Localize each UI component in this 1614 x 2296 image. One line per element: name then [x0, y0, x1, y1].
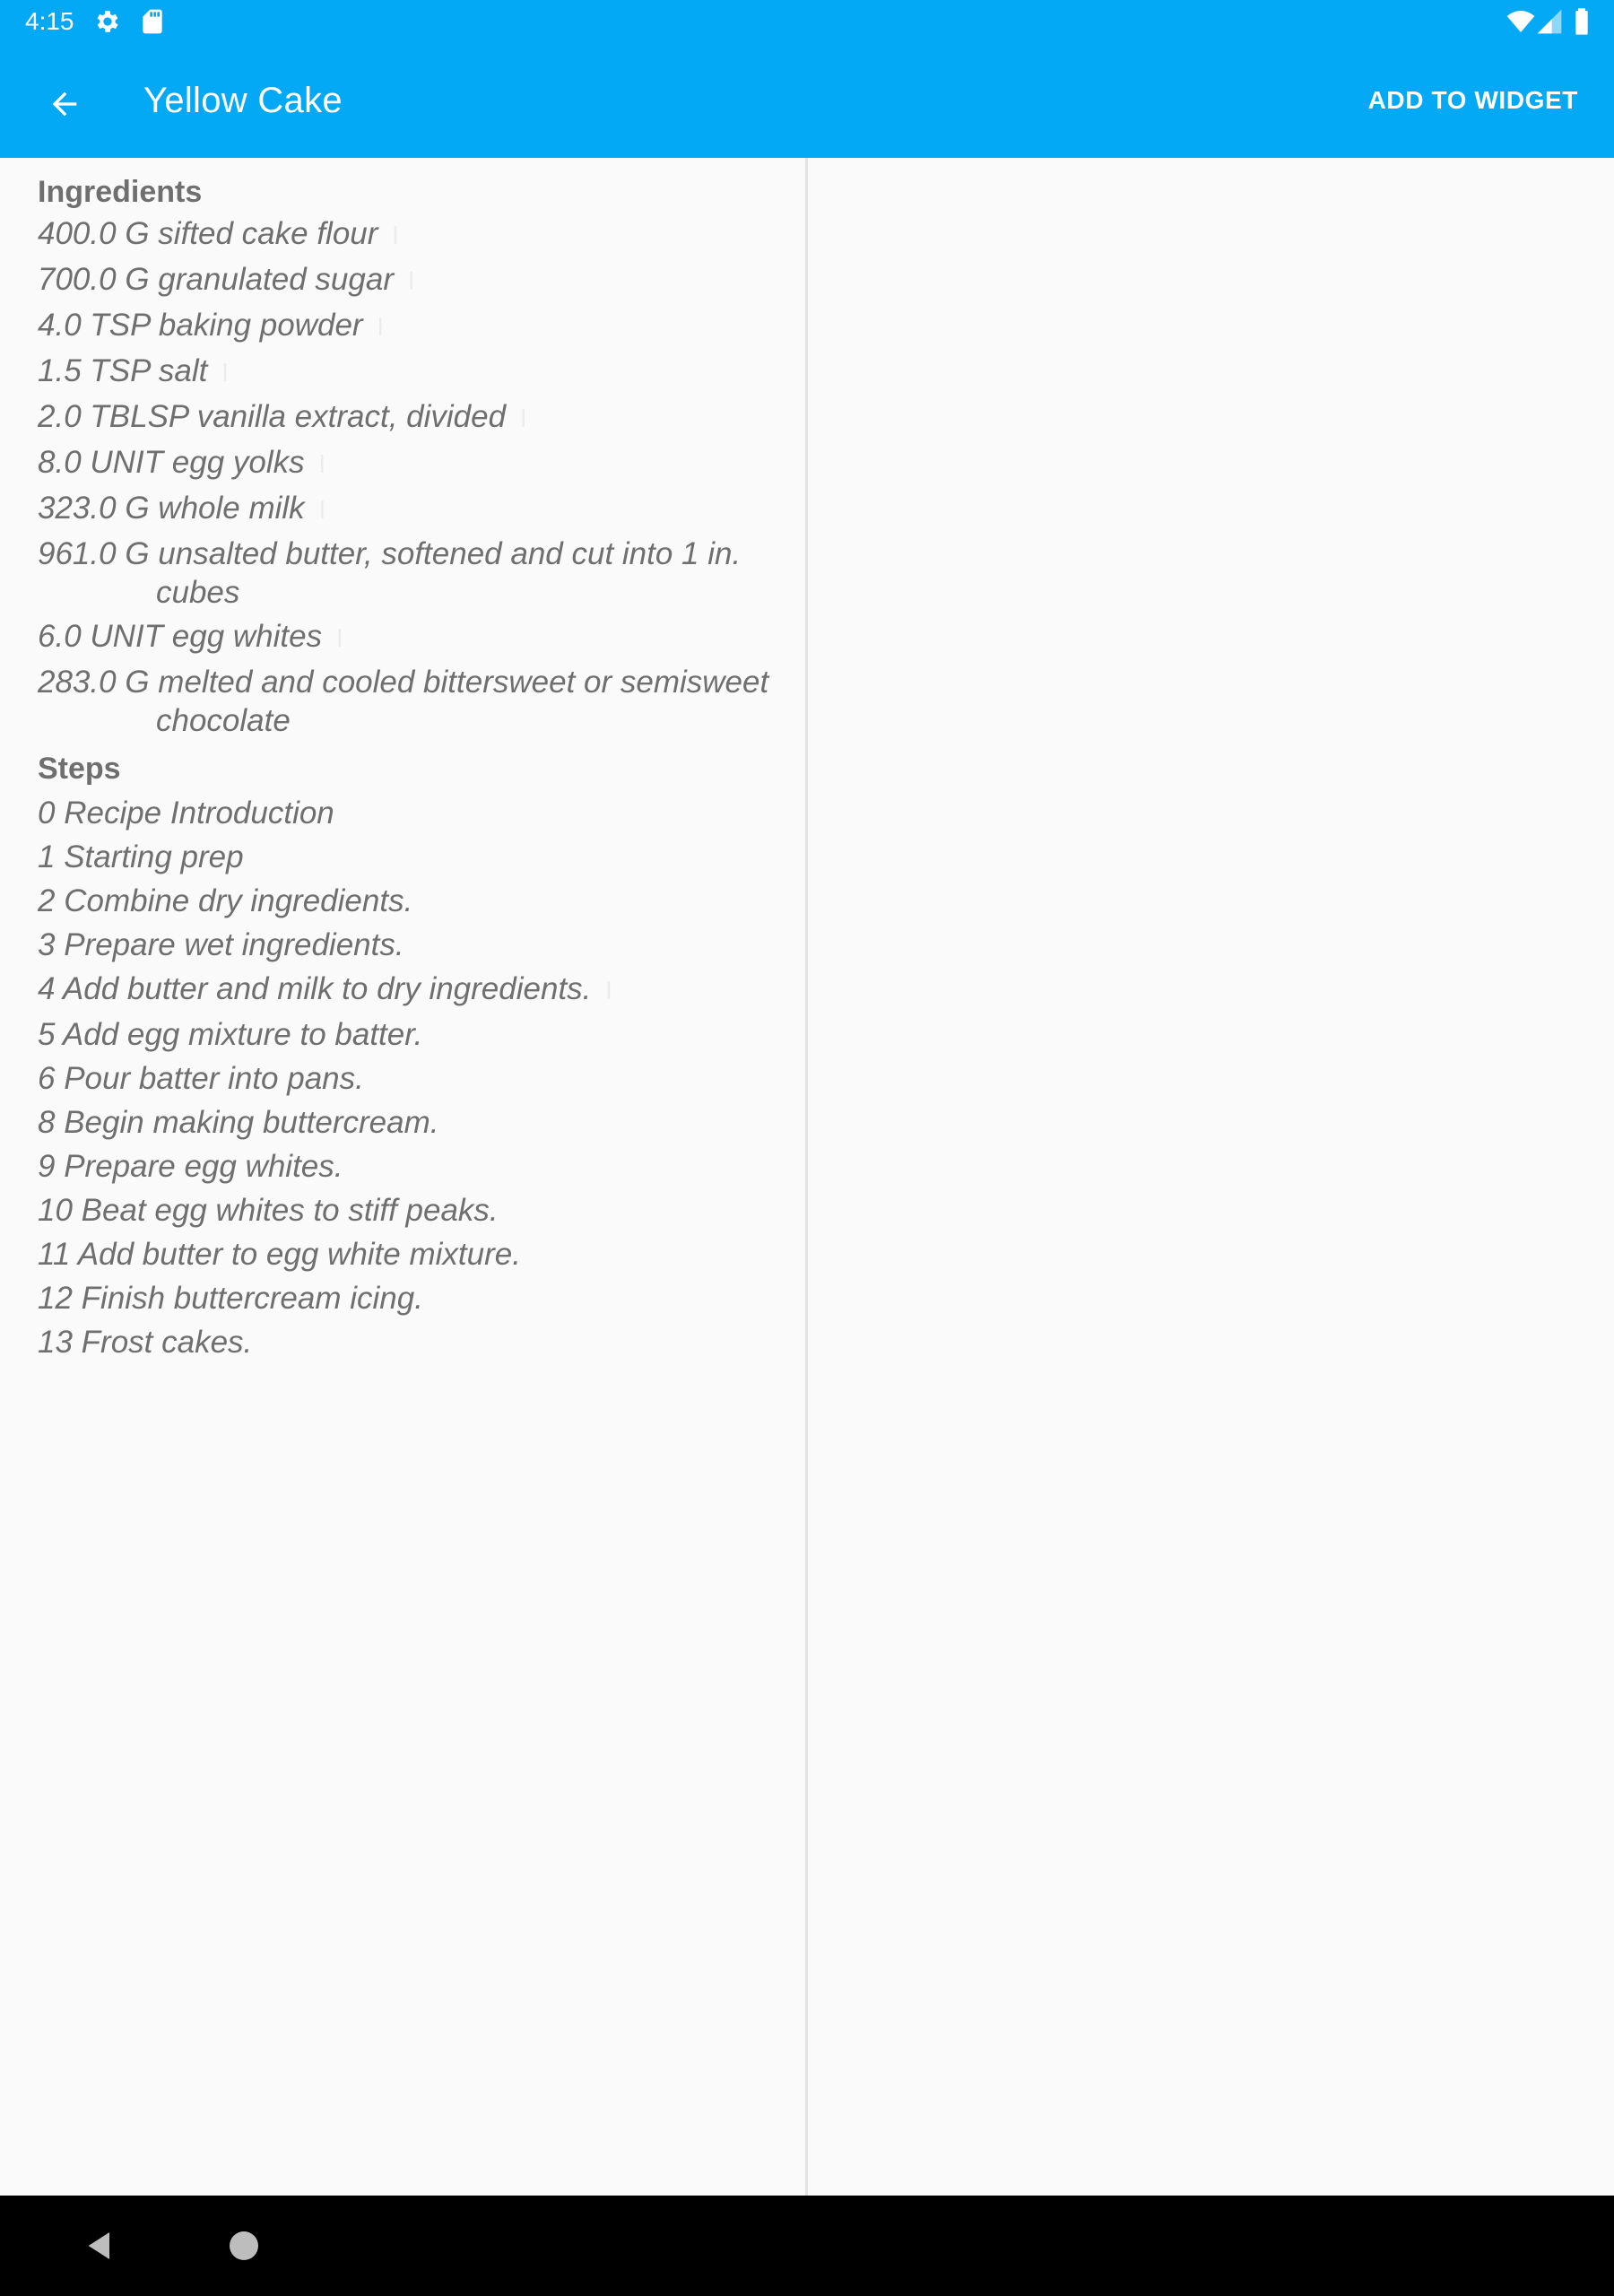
- ingredient-item: 6.0 UNIT egg whites ǀ: [38, 619, 343, 654]
- toolbar: Yellow Cake ADD TO WIDGET: [0, 43, 1614, 158]
- page-title: Yellow Cake: [143, 81, 343, 120]
- ingredient-marker-icon: ǀ: [318, 496, 325, 524]
- back-button[interactable]: [36, 75, 93, 133]
- ingredients-header: Ingredients: [38, 175, 203, 209]
- nav-home-icon[interactable]: [230, 2231, 258, 2260]
- ingredient-item: 1.5 TSP salt ǀ: [38, 353, 229, 388]
- step-item-4[interactable]: 4 Add butter and milk to dry ingredients…: [38, 967, 791, 1013]
- cell-signal-icon: [1535, 7, 1564, 36]
- ingredient-item: 400.0 G sifted cake flour ǀ: [38, 216, 399, 251]
- step-item-9[interactable]: 9 Prepare egg whites.: [38, 1144, 791, 1188]
- status-bar: 4:15: [0, 0, 1614, 43]
- ingredient-marker-icon: ǀ: [336, 624, 343, 652]
- recipe-content: Ingredients 400.0 G sifted cake flour ǀ 7…: [38, 170, 791, 1364]
- ingredient-marker-icon: ǀ: [377, 313, 384, 341]
- ingredient-marker-icon: ǀ: [408, 267, 415, 295]
- step-item-2[interactable]: 2 Combine dry ingredients.: [38, 879, 791, 923]
- step-item-10[interactable]: 10 Beat egg whites to stiff peaks.: [38, 1188, 791, 1232]
- ingredient-marker-icon: ǀ: [392, 222, 399, 249]
- step-item-13[interactable]: 13 Frost cakes.: [38, 1320, 791, 1364]
- step-item-12[interactable]: 12 Finish buttercream icing.: [38, 1276, 791, 1320]
- battery-icon: [1567, 7, 1596, 36]
- step-item-3[interactable]: 3 Prepare wet ingredients.: [38, 923, 791, 967]
- ingredient-marker-icon: ǀ: [520, 404, 527, 432]
- ingredient-item: 961.0 G unsalted butter, softened and cu…: [38, 536, 742, 610]
- system-nav-bar: [0, 2196, 1614, 2296]
- ingredient-item: 700.0 G granulated sugar ǀ: [38, 262, 415, 297]
- step-item-0[interactable]: 0 Recipe Introduction: [38, 791, 791, 835]
- step-item-11[interactable]: 11 Add butter to egg white mixture.: [38, 1232, 791, 1276]
- ingredient-item: 2.0 TBLSP vanilla extract, divided ǀ: [38, 399, 527, 434]
- gear-icon: [93, 7, 122, 36]
- app-bar: 4:15 Yellow Cake ADD TO WIDGET: [0, 0, 1614, 158]
- step-item-1[interactable]: 1 Starting prep: [38, 835, 791, 879]
- step-detail-pane: [808, 158, 1614, 2196]
- steps-list: 0 Recipe Introduction 1 Starting prep 2 …: [38, 791, 791, 1364]
- step-item-5[interactable]: 5 Add egg mixture to batter.: [38, 1013, 791, 1057]
- add-to-widget-button[interactable]: ADD TO WIDGET: [1368, 83, 1578, 118]
- step-item-8[interactable]: 8 Begin making buttercream.: [38, 1100, 791, 1144]
- ingredients-list: 400.0 G sifted cake flour ǀ 700.0 G granu…: [38, 214, 791, 740]
- steps-header: Steps: [38, 752, 121, 786]
- ingredient-item: 283.0 G melted and cooled bittersweet or…: [38, 665, 769, 738]
- ingredient-item: 8.0 UNIT egg yolks ǀ: [38, 445, 325, 480]
- step-item-6[interactable]: 6 Pour batter into pans.: [38, 1057, 791, 1100]
- wifi-icon: [1506, 7, 1535, 36]
- sd-card-icon: [138, 7, 167, 36]
- arrow-left-icon: [52, 91, 77, 117]
- nav-back-icon: [88, 2232, 109, 2259]
- ingredient-item: 323.0 G whole milk ǀ: [38, 491, 325, 526]
- ingredient-item: 4.0 TSP baking powder ǀ: [38, 308, 384, 343]
- nav-back-button[interactable]: [82, 2228, 118, 2264]
- ingredient-marker-icon: ǀ: [318, 450, 325, 478]
- step-marker-icon: ǀ: [605, 977, 612, 1004]
- status-time: 4:15: [25, 7, 74, 35]
- recipe-detail-pane: Ingredients 400.0 G sifted cake flour ǀ 7…: [0, 158, 805, 2196]
- ingredient-marker-icon: ǀ: [221, 359, 229, 387]
